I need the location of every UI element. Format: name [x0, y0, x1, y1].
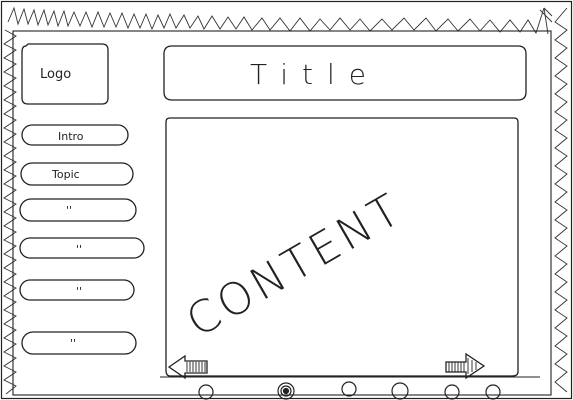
sidebar-item-intro[interactable]: Intro [21, 124, 129, 146]
sidebar-item-label: Topic [51, 168, 80, 181]
title-bar: Title [163, 45, 527, 101]
left-arrow-icon[interactable] [167, 354, 208, 380]
page-title: Title [250, 58, 380, 91]
circle-icon[interactable] [444, 384, 460, 400]
logo-label: Logo [40, 67, 71, 82]
sidebar-item-label: Intro [58, 130, 84, 143]
content-label: CONTENT [178, 183, 412, 348]
sidebar-item-label: '' [70, 337, 76, 350]
sidebar-item-5[interactable]: '' [19, 279, 135, 301]
sidebar-item-4[interactable]: '' [19, 237, 145, 259]
sidebar-item-label: '' [76, 243, 82, 256]
sidebar-item-6[interactable]: '' [21, 331, 137, 355]
circle-icon[interactable] [391, 382, 409, 400]
sidebar-nav: Intro Topic '' '' '' '' [19, 124, 145, 355]
pager [198, 381, 501, 400]
filled-circle-icon[interactable] [277, 382, 295, 400]
circle-icon[interactable] [341, 381, 357, 397]
content-area: CONTENT [165, 117, 519, 377]
sidebar-item-label: '' [76, 285, 82, 298]
circle-icon[interactable] [485, 384, 501, 400]
circle-icon[interactable] [198, 384, 214, 400]
sidebar-item-label: '' [66, 204, 72, 217]
sidebar-item-3[interactable]: '' [19, 198, 137, 222]
logo-box[interactable]: Logo [21, 43, 109, 105]
wireframe-sketch: Logo Title Intro Topic '' '' '' '' CONTE… [0, 0, 573, 400]
right-arrow-icon[interactable] [445, 352, 486, 380]
sidebar-item-topic[interactable]: Topic [20, 162, 134, 186]
